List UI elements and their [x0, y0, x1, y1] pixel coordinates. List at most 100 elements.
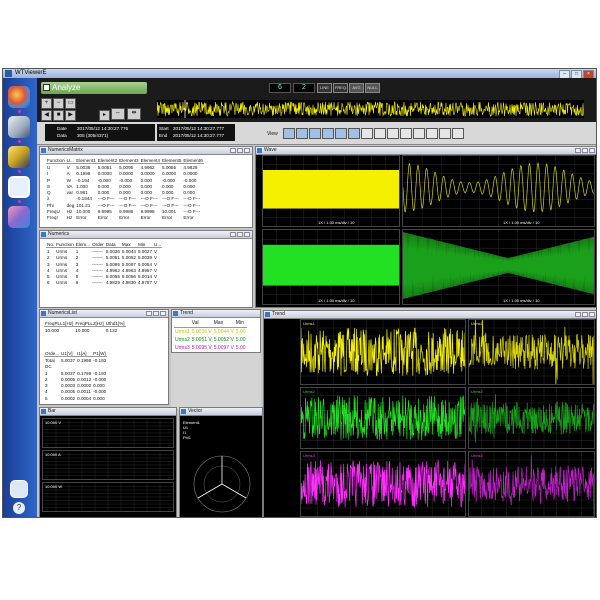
- zoom-in-button[interactable]: +: [41, 98, 52, 109]
- table-row[interactable]: Urms3 5.0095 V 5.0097 V 5.00: [174, 344, 247, 352]
- trend-scope-urms2-zoom[interactable]: Urms2: [468, 387, 595, 449]
- panel-close-button[interactable]: [589, 148, 595, 153]
- table-cell: 5.0036: [105, 248, 120, 254]
- panel-title: NumericsMatrix: [48, 147, 83, 153]
- help-icon[interactable]: ?: [13, 502, 25, 514]
- trend-scope-urms1[interactable]: Urms1: [300, 319, 466, 385]
- trend-scope-urms1-zoom[interactable]: Urms1: [468, 319, 595, 385]
- analyze-mode-button[interactable]: [8, 176, 30, 198]
- table-row[interactable]: 10.000 10.000 0.132: [44, 327, 126, 334]
- table-row[interactable]: 1 Urms 1 ------- 5.0036 5.0044 5.0027 V: [46, 248, 162, 255]
- panel-minimize-button[interactable]: [230, 148, 236, 153]
- sidebar-dot: [18, 170, 21, 173]
- table-cell: 0.0005: [61, 376, 76, 382]
- view-toggle-button[interactable]: [348, 128, 360, 139]
- wave-scope-i1[interactable]: 1X / 1.00 ms/div / 10: [262, 229, 400, 305]
- table-cell: 5.00: [235, 329, 246, 335]
- table-row[interactable]: Urms2 5.0051 V 5.0052 V 5.00: [174, 336, 247, 344]
- table-cell: 5.0095 V: [191, 345, 212, 351]
- display-indicator-2: 2: [293, 83, 315, 93]
- table-cell: 4.9962: [140, 164, 155, 170]
- panel-minimize-button[interactable]: [575, 312, 581, 317]
- wave-scope-u1[interactable]: 1X / 1.00 ms/div / 10: [262, 155, 400, 227]
- panel-close-button[interactable]: [589, 312, 595, 317]
- report-mode-button[interactable]: [8, 206, 30, 228]
- trend-trace-urms1-zoom: [469, 320, 594, 384]
- column-header: Val: [190, 319, 213, 328]
- panel-maximize-button[interactable]: [582, 148, 588, 153]
- numerics-table: No. Function Elem... Order Data Max Min U... 1 Ur…: [46, 241, 163, 286]
- panel-icon: [41, 409, 46, 414]
- table-cell: 5.00: [235, 337, 246, 343]
- table-cell: 6: [47, 280, 50, 286]
- table-cell: 4.9829: [105, 280, 120, 286]
- app-window: WTViewerE – □ × ? Analyze + − ▭ ◀ ■ ▶ ▸ …: [2, 68, 597, 518]
- zoom-reset-button[interactable]: ▭: [65, 98, 76, 109]
- end-label: End: [159, 133, 168, 138]
- view-toggle-button[interactable]: [439, 128, 451, 139]
- table-cell: 5.0095: [105, 261, 120, 267]
- panel-title: Bar: [48, 408, 56, 414]
- table-row[interactable]: 6 Urms 6 ------- 4.9829 4.9830 4.9787 V: [46, 280, 162, 286]
- view-toggle-button[interactable]: [309, 128, 321, 139]
- panel-maximize-button[interactable]: [237, 148, 243, 153]
- view-toggle-button[interactable]: [426, 128, 438, 139]
- measure-mode-button[interactable]: [8, 86, 30, 108]
- panel-maximize-button[interactable]: [237, 232, 243, 237]
- grid: [43, 419, 173, 447]
- column-header: Element6: [182, 157, 204, 165]
- wave-scope-i1-zoom[interactable]: 1X / 1.00 ms/div / 10: [402, 229, 595, 305]
- table-cell: 0.000: [93, 383, 105, 389]
- table-cell: 5.0055: [105, 274, 120, 280]
- column-header: P1[W]: [92, 350, 108, 358]
- panel-maximize-button[interactable]: [153, 311, 159, 316]
- trend-scope-urms3[interactable]: Urms3: [300, 451, 466, 517]
- view-toggle-button[interactable]: [413, 128, 425, 139]
- table-cell: -------: [92, 255, 103, 261]
- view-toggle-button[interactable]: [400, 128, 412, 139]
- panel-close-button[interactable]: [244, 148, 250, 153]
- panel-close-button[interactable]: [160, 311, 166, 316]
- scroll-right-button[interactable]: ▸: [99, 110, 110, 121]
- table-cell: Error: [183, 215, 194, 221]
- view-toggle-button[interactable]: [452, 128, 464, 139]
- table-row[interactable]: 5 0.0002 0.0004 0.000: [44, 395, 107, 401]
- trend-channel-label: Urms1: [471, 321, 483, 326]
- view-toggle-button[interactable]: [283, 128, 295, 139]
- view-toggle-button[interactable]: [322, 128, 334, 139]
- panel-minimize-button[interactable]: [575, 148, 581, 153]
- panel-title: NumericsList: [48, 310, 77, 316]
- panel-maximize-button[interactable]: [582, 312, 588, 317]
- first-button[interactable]: ◀: [41, 110, 52, 121]
- panel-minimize-button[interactable]: [230, 232, 236, 237]
- table-row[interactable]: U V 5.0036 5.0051 5.0095 4.9962 5.0055 4.9829: [46, 164, 204, 171]
- view-toggle-button[interactable]: [296, 128, 308, 139]
- view-toggle-button[interactable]: [374, 128, 386, 139]
- panel-minimize-button[interactable]: [146, 311, 152, 316]
- panel-icon: [181, 409, 186, 414]
- trend-scope-urms3-zoom[interactable]: Urms3: [468, 451, 595, 517]
- panel-close-button[interactable]: [244, 232, 250, 237]
- save-icon[interactable]: [10, 480, 28, 498]
- table-row[interactable]: FreqI Hz Error Error Error Error Error Error: [46, 215, 204, 221]
- marker-button[interactable]: ⇼: [127, 108, 141, 120]
- table-cell: 0.0000: [77, 383, 92, 389]
- table-row[interactable]: Total 5.0037 0.1998 -0.193: [44, 357, 107, 364]
- analyze-header: Analyze: [41, 82, 147, 94]
- wave-scope-u1-zoom[interactable]: 1X / 1.00 ms/div / 10: [402, 155, 595, 227]
- file-mode-button[interactable]: [8, 146, 30, 168]
- view-toggle-button[interactable]: [335, 128, 347, 139]
- table-row[interactable]: Urms1 5.0036 V 5.0044 V 5.00: [174, 328, 247, 337]
- record-mode-button[interactable]: [8, 116, 30, 138]
- column-header: Element4: [139, 157, 161, 165]
- stop-button[interactable]: ■: [53, 110, 64, 121]
- column-header: Function: [46, 157, 66, 165]
- cursor-button[interactable]: ⇔: [111, 108, 125, 120]
- trend-scope-urms2[interactable]: Urms2: [300, 387, 466, 449]
- view-toggle-button[interactable]: [361, 128, 373, 139]
- zoom-out-button[interactable]: −: [53, 98, 64, 109]
- table-cell: 0.0011: [77, 389, 91, 395]
- next-button[interactable]: ▶: [65, 110, 76, 121]
- view-toggle-button[interactable]: [387, 128, 399, 139]
- overview-waveform[interactable]: [157, 100, 584, 118]
